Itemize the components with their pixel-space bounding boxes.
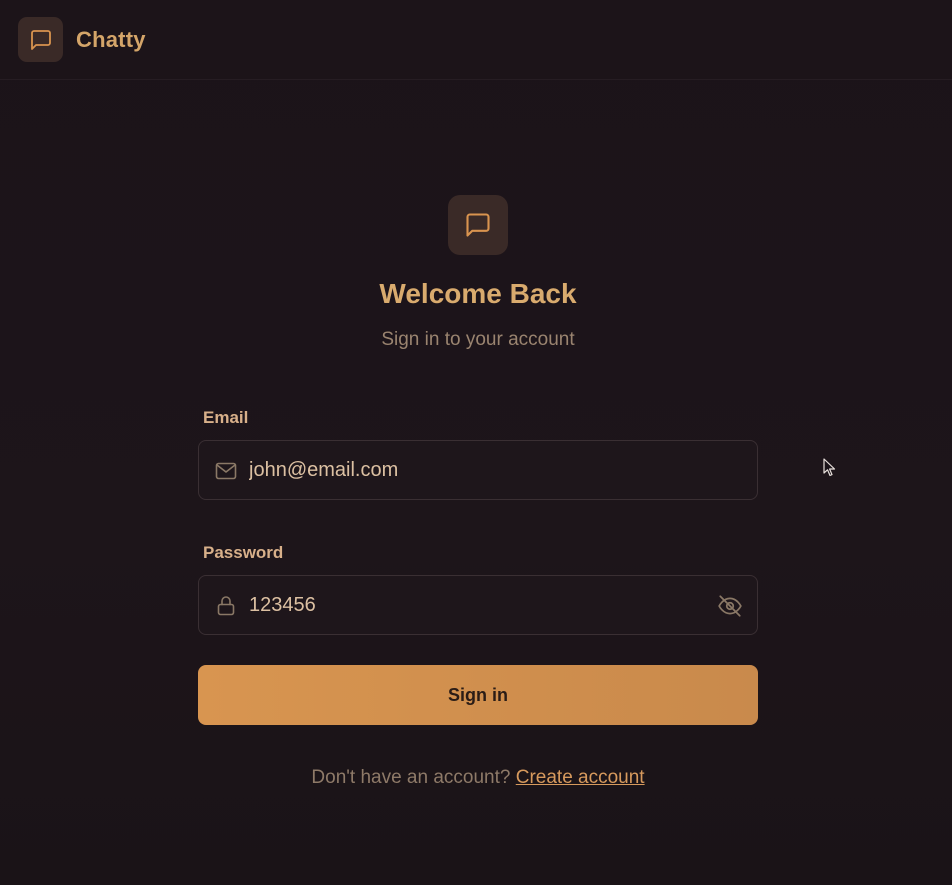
email-label: Email	[203, 408, 249, 427]
mouse-cursor-icon	[823, 458, 837, 483]
email-field-wrapper	[198, 440, 758, 500]
password-label: Password	[203, 543, 284, 562]
email-input[interactable]	[249, 441, 699, 499]
eye-off-icon[interactable]	[716, 592, 744, 620]
sign-in-button[interactable]: Sign in	[198, 665, 758, 725]
brand[interactable]: Chatty	[18, 17, 146, 62]
lock-icon	[213, 593, 239, 619]
page-title: Welcome Back	[379, 278, 577, 309]
password-field-wrapper	[198, 575, 758, 635]
mail-icon	[213, 458, 239, 484]
login-page: Chatty Welcome Back Sign in to your acco…	[0, 0, 952, 885]
message-square-icon	[448, 195, 508, 255]
brand-name: Chatty	[76, 26, 146, 52]
signup-prompt: Don't have an account? Create account	[0, 767, 952, 789]
signup-prompt-text: Don't have an account?	[311, 767, 516, 788]
message-square-icon	[18, 17, 63, 62]
password-input[interactable]	[249, 576, 699, 634]
page-subtitle: Sign in to your account	[381, 329, 575, 350]
top-bar: Chatty	[0, 0, 952, 80]
create-account-link[interactable]: Create account	[516, 767, 645, 788]
